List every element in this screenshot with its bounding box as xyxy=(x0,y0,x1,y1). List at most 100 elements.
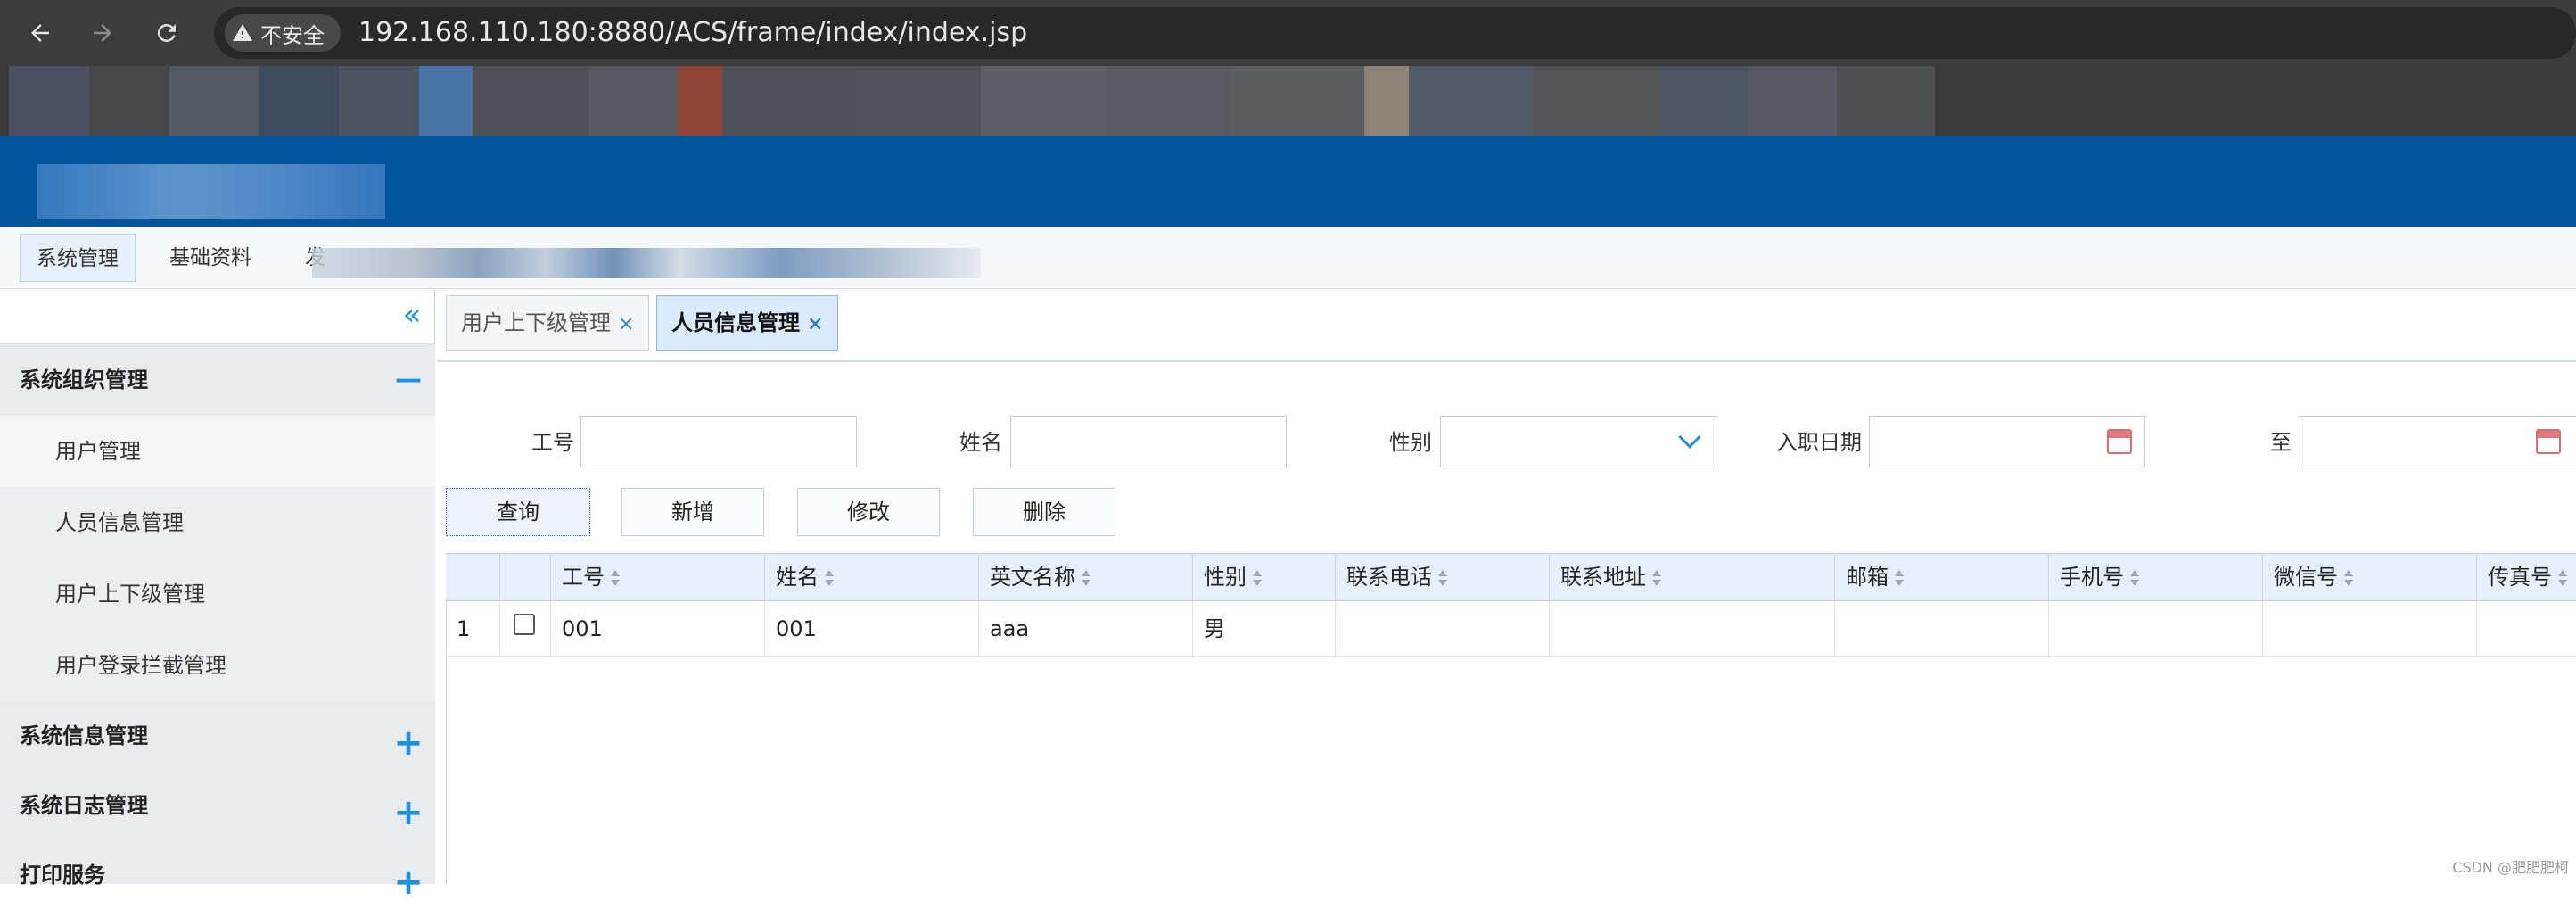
sort-icon xyxy=(610,570,621,586)
cell-wechat xyxy=(2263,601,2477,657)
sidebar-group-print[interactable]: 打印服务 + xyxy=(0,840,435,903)
sidebar-item-personnel-info[interactable]: 人员信息管理 xyxy=(0,487,435,558)
security-indicator[interactable]: 不安全 xyxy=(225,14,341,52)
grid-header-index xyxy=(446,553,500,601)
row-checkbox[interactable] xyxy=(514,614,535,635)
forward-button[interactable] xyxy=(80,11,125,55)
tab-personnel-info[interactable]: 人员信息管理 × xyxy=(656,295,839,351)
name-label: 姓名 xyxy=(959,430,1002,455)
menu-obscured-region xyxy=(312,248,981,278)
bookmarks-bar xyxy=(0,66,2576,137)
close-icon[interactable]: × xyxy=(618,313,634,335)
sidebar-group-label: 系统信息管理 xyxy=(20,723,148,748)
url-host: 192.168.110.180 xyxy=(358,17,588,48)
sort-icon xyxy=(1252,570,1263,586)
to-label: 至 xyxy=(2270,430,2292,455)
security-label: 不安全 xyxy=(260,22,325,48)
sort-icon xyxy=(2129,570,2140,586)
arrow-right-icon xyxy=(94,24,111,42)
menu-system-management[interactable]: 系统管理 xyxy=(20,234,136,282)
cell-gender: 男 xyxy=(1193,601,1336,657)
name-input[interactable] xyxy=(1010,416,1287,467)
minus-icon[interactable]: — xyxy=(382,344,435,416)
double-chevron-left-icon[interactable]: « xyxy=(397,296,427,334)
column-label: 姓名 xyxy=(776,565,819,590)
column-label: 英文名称 xyxy=(990,565,1075,590)
hire-date-end-input[interactable] xyxy=(2300,416,2576,467)
hire-date-start-input[interactable] xyxy=(1869,416,2145,467)
back-button[interactable] xyxy=(18,11,62,55)
grid-header-fax[interactable]: 传真号 xyxy=(2477,553,2576,601)
gender-label: 性别 xyxy=(1389,430,1432,455)
grid-header-gender[interactable]: 性别 xyxy=(1193,553,1336,601)
grid-header-english-name[interactable]: 英文名称 xyxy=(979,553,1193,601)
row-index: 1 xyxy=(446,601,500,657)
menu-basic-data[interactable]: 基础资料 xyxy=(153,234,267,282)
grid-header-email[interactable]: 邮箱 xyxy=(1835,553,2049,601)
url-text[interactable]: 192.168.110.180:8880/ACS/frame/index/ind… xyxy=(358,12,1027,54)
tab-label: 用户上下级管理 xyxy=(461,310,611,335)
cell-phone xyxy=(1336,601,1550,657)
grid-header-name[interactable]: 姓名 xyxy=(765,553,979,601)
sidebar-item-user-management[interactable]: 用户管理 xyxy=(0,416,435,487)
column-label: 微信号 xyxy=(2274,565,2338,590)
sidebar-item-login-intercept[interactable]: 用户登录拦截管理 xyxy=(0,630,435,701)
cell-fax xyxy=(2477,601,2576,657)
cell-email xyxy=(1835,601,2049,657)
sidebar-group-syslog[interactable]: 系统日志管理 + xyxy=(0,771,435,840)
delete-button[interactable]: 删除 xyxy=(973,488,1115,536)
sidebar-group-org[interactable]: 系统组织管理 — xyxy=(0,344,435,416)
row-checkbox-cell xyxy=(500,601,551,657)
column-label: 性别 xyxy=(1204,565,1247,590)
calendar-icon[interactable] xyxy=(2536,429,2561,454)
column-label: 手机号 xyxy=(2060,565,2124,590)
reload-button[interactable] xyxy=(144,11,189,55)
column-label: 传真号 xyxy=(2488,565,2552,590)
grid-header-emp-no[interactable]: 工号 xyxy=(551,553,765,601)
query-button[interactable]: 查询 xyxy=(446,488,590,536)
sidebar-item-user-hierarchy[interactable]: 用户上下级管理 xyxy=(0,558,435,630)
edit-button[interactable]: 修改 xyxy=(797,488,940,536)
close-icon[interactable]: × xyxy=(807,313,823,335)
calendar-icon[interactable] xyxy=(2107,429,2132,454)
cell-address xyxy=(1550,601,1835,657)
sort-icon xyxy=(1081,570,1091,586)
sidebar-group-label: 系统组织管理 xyxy=(20,368,148,392)
sort-icon xyxy=(824,570,835,586)
hire-date-label: 入职日期 xyxy=(1776,430,1862,455)
reload-icon xyxy=(157,23,176,42)
plus-icon[interactable]: + xyxy=(382,778,435,847)
sort-icon xyxy=(2557,570,2568,586)
add-button[interactable]: 新增 xyxy=(621,488,764,536)
column-label: 邮箱 xyxy=(1846,565,1889,590)
app-header xyxy=(0,136,2576,227)
cell-english-name: aaa xyxy=(979,601,1193,657)
plus-icon[interactable]: + xyxy=(382,708,435,778)
tab-user-hierarchy[interactable]: 用户上下级管理 × xyxy=(446,295,650,351)
cell-mobile xyxy=(2049,601,2263,657)
app-logo xyxy=(37,164,385,219)
sort-icon xyxy=(1651,570,1662,586)
cell-emp-no: 001 xyxy=(551,601,765,657)
arrow-left-icon xyxy=(31,24,49,42)
grid-header-phone[interactable]: 联系电话 xyxy=(1336,553,1550,601)
grid-header-address[interactable]: 联系地址 xyxy=(1550,553,1835,601)
column-label: 联系电话 xyxy=(1346,565,1432,590)
sort-icon xyxy=(2343,570,2354,586)
plus-icon[interactable]: + xyxy=(382,847,435,917)
tab-label: 人员信息管理 xyxy=(671,310,800,335)
grid-header-wechat[interactable]: 微信号 xyxy=(2263,553,2477,601)
cell-name: 001 xyxy=(765,601,979,657)
sidebar-group-label: 系统日志管理 xyxy=(20,793,148,818)
grid-header-mobile[interactable]: 手机号 xyxy=(2049,553,2263,601)
emp-no-label: 工号 xyxy=(531,430,574,455)
warning-icon xyxy=(233,24,252,41)
sidebar-group-sysinfo[interactable]: 系统信息管理 + xyxy=(0,701,435,771)
column-label: 工号 xyxy=(562,565,605,590)
sidebar-collapse-bar xyxy=(0,289,435,344)
sort-icon xyxy=(1894,570,1905,586)
column-label: 联系地址 xyxy=(1560,565,1646,590)
watermark: CSDN @肥肥肥柯 xyxy=(2452,859,2569,876)
emp-no-input[interactable] xyxy=(580,416,857,467)
gender-select[interactable] xyxy=(1440,416,1716,467)
